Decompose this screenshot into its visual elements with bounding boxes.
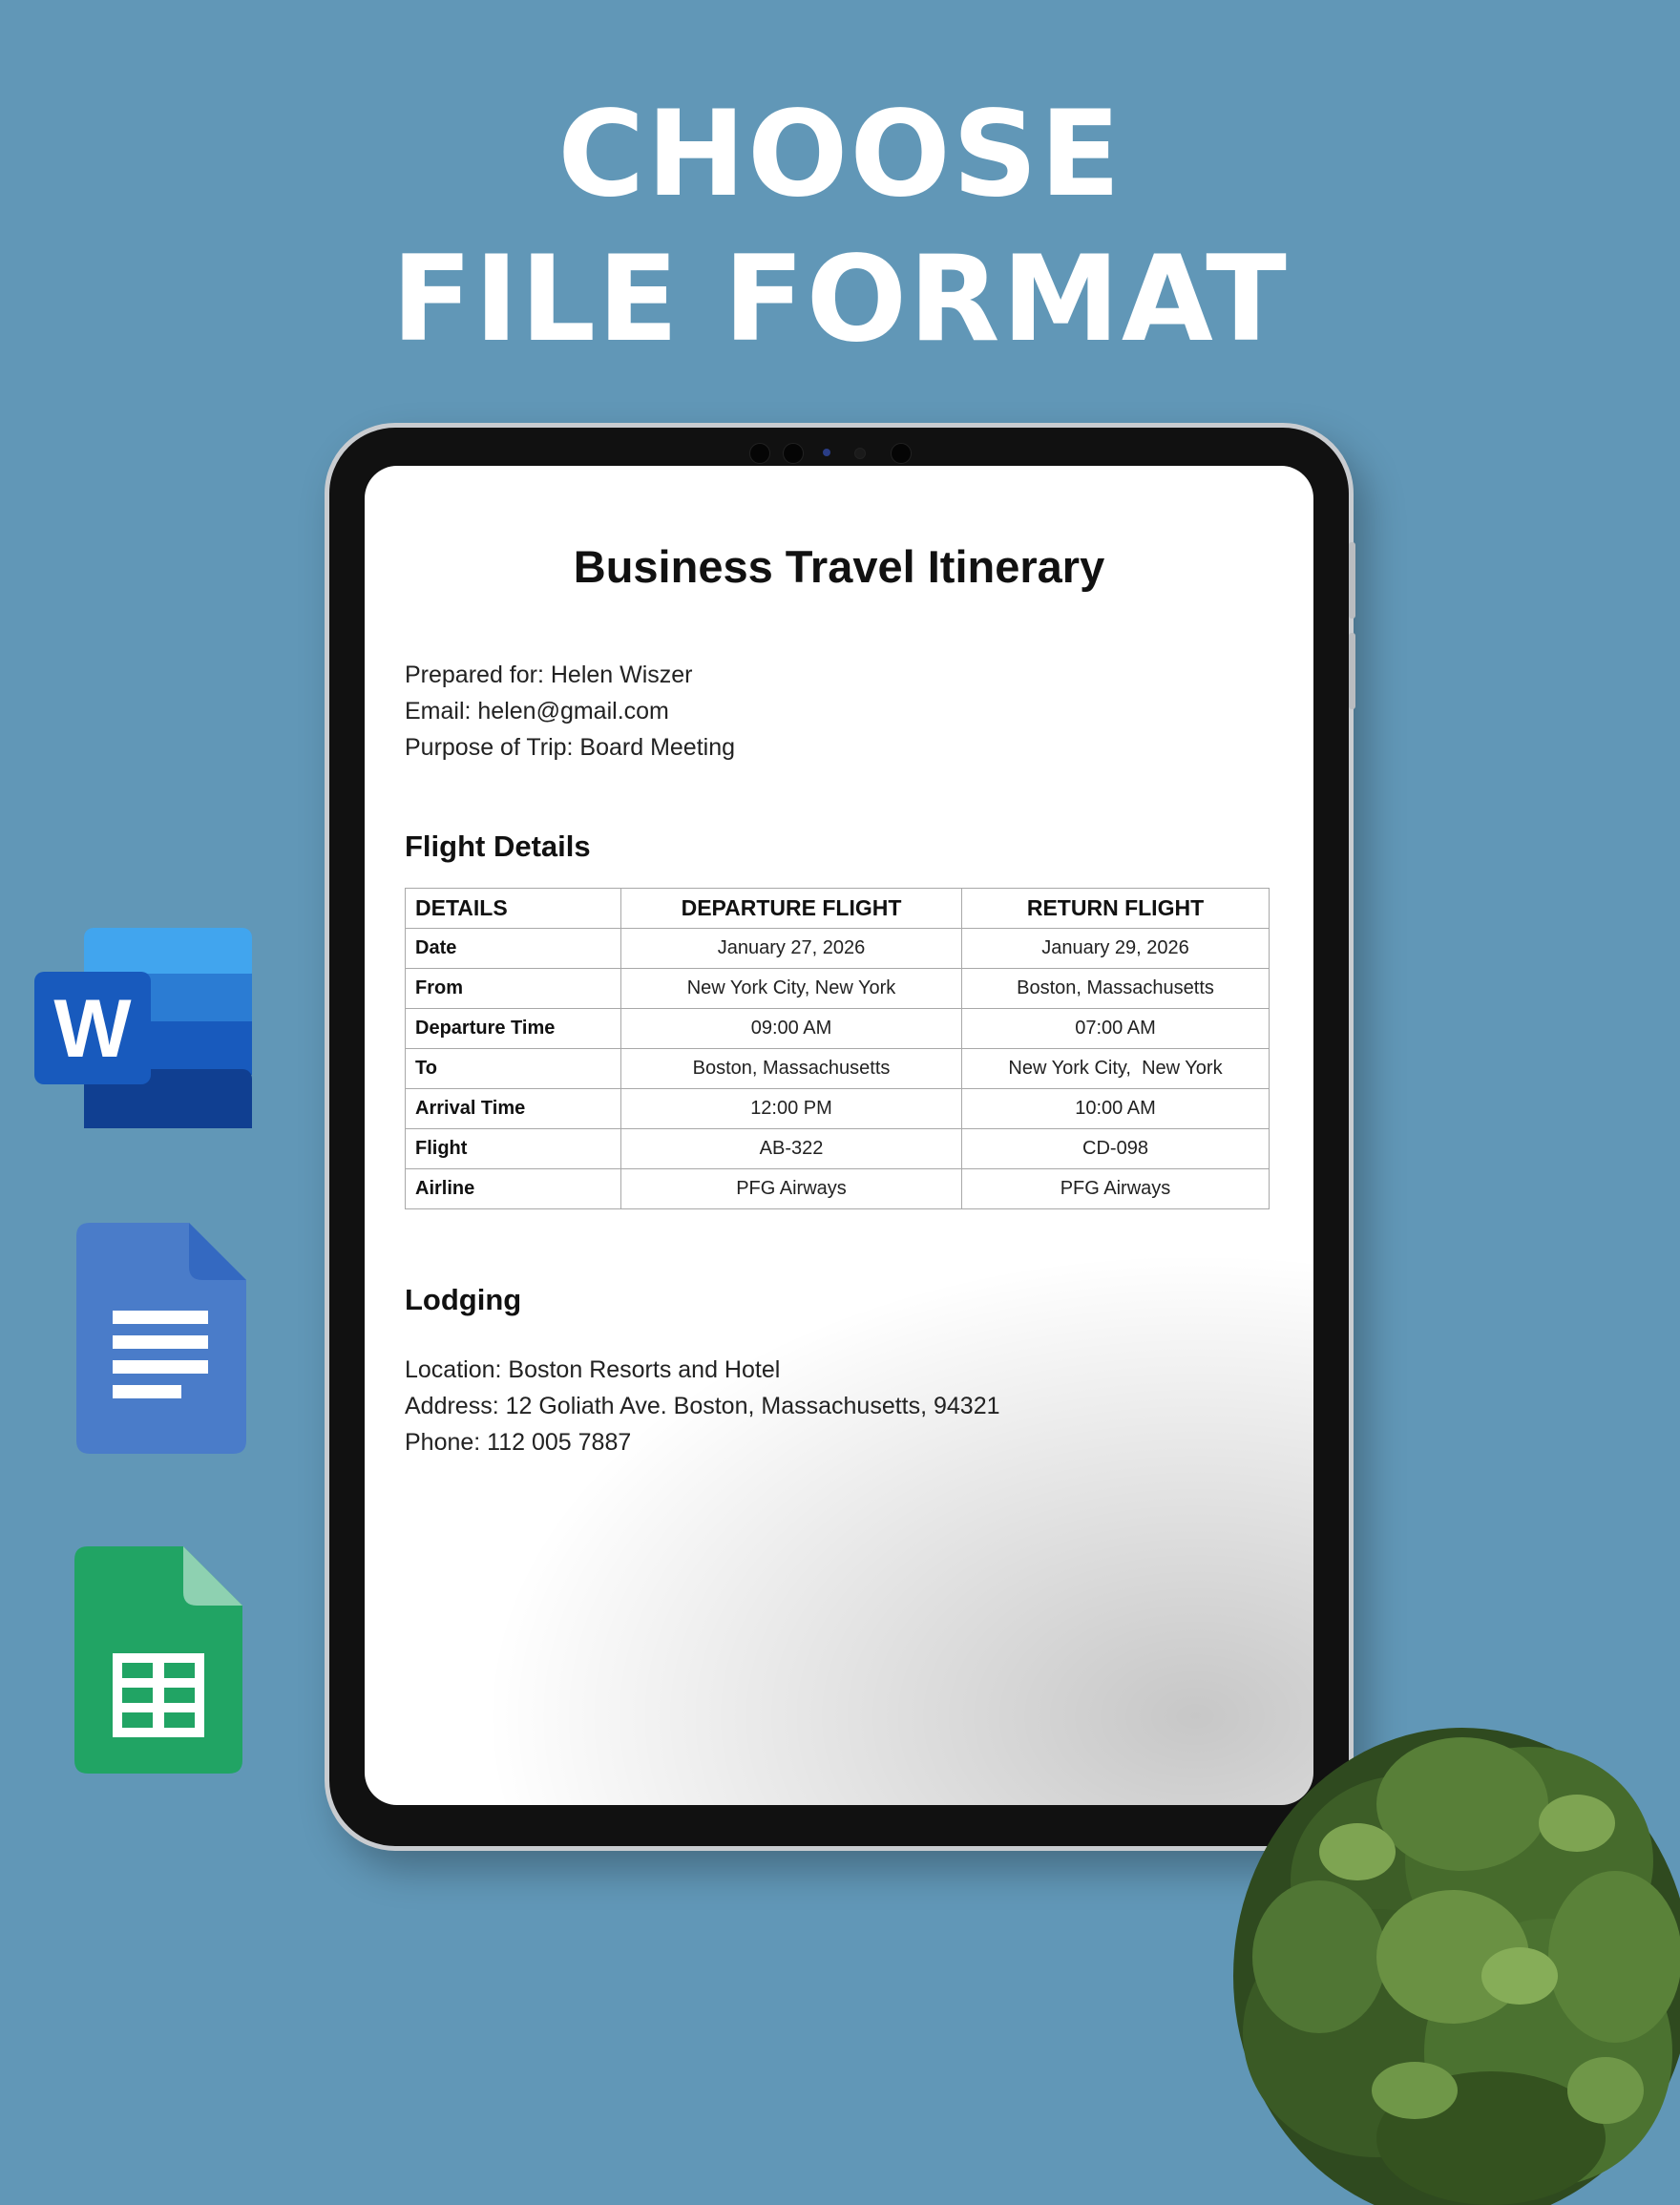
lodging-address: Address: 12 Goliath Ave. Boston, Massach… (405, 1393, 1000, 1419)
word-letter: W (53, 983, 132, 1075)
prepared-for: Prepared for: Helen Wiszer (405, 662, 693, 688)
flight-details-table: DETAILS DEPARTURE FLIGHT RETURN FLIGHT D… (405, 888, 1270, 1209)
tablet-device: Business Travel Itinerary Prepared for: … (325, 423, 1355, 1851)
table-cell: New York City, New York (620, 968, 962, 1009)
table-cell: Airline (405, 1168, 621, 1209)
column-header: DETAILS (405, 888, 621, 929)
table-cell: To (405, 1048, 621, 1089)
camera-lens-icon (749, 443, 770, 464)
table-cell: January 29, 2026 (961, 928, 1270, 969)
column-header: DEPARTURE FLIGHT (620, 888, 962, 929)
table-cell: Departure Time (405, 1008, 621, 1049)
table-cell: PFG Airways (961, 1168, 1270, 1209)
table-row: Flight AB-322 CD-098 (405, 1128, 1270, 1169)
tablet-screen-document: Business Travel Itinerary Prepared for: … (365, 466, 1313, 1805)
table-cell: 07:00 AM (961, 1008, 1270, 1049)
tablet-camera (749, 441, 940, 464)
table-cell: 10:00 AM (961, 1088, 1270, 1129)
camera-lens-icon (891, 443, 912, 464)
table-cell: Flight (405, 1128, 621, 1169)
tablet-volume-button (1349, 542, 1355, 619)
table-cell: Arrival Time (405, 1088, 621, 1129)
camera-sensor-icon (854, 448, 866, 459)
table-cell: 09:00 AM (620, 1008, 962, 1049)
table-row: Date January 27, 2026 January 29, 2026 (405, 928, 1270, 969)
table-cell: AB-322 (620, 1128, 962, 1169)
table-cell: January 27, 2026 (620, 928, 962, 969)
email: Email: helen@gmail.com (405, 698, 669, 724)
lodging-heading: Lodging (405, 1283, 522, 1316)
table-cell: 12:00 PM (620, 1088, 962, 1129)
table-row: Departure Time 09:00 AM 07:00 AM (405, 1008, 1270, 1049)
table-cell: Boston, Massachusetts (961, 968, 1270, 1009)
headline-line-2: FILE FORMAT (391, 231, 1289, 368)
table-cell: PFG Airways (620, 1168, 962, 1209)
headline-line-1: CHOOSE (557, 86, 1123, 223)
table-cell: New York City, New York (961, 1048, 1270, 1089)
camera-lens-icon (783, 443, 804, 464)
table-header-row: DETAILS DEPARTURE FLIGHT RETURN FLIGHT (405, 888, 1270, 929)
table-cell: Date (405, 928, 621, 969)
lodging-location: Location: Boston Resorts and Hotel (405, 1356, 781, 1383)
table-row: To Boston, Massachusetts New York City, … (405, 1048, 1270, 1089)
google-sheets-icon[interactable] (74, 1546, 242, 1774)
column-header: RETURN FLIGHT (961, 888, 1270, 929)
flight-details-heading: Flight Details (405, 830, 591, 863)
microsoft-word-icon[interactable]: W (34, 926, 254, 1131)
plant-decoration (1233, 1728, 1680, 2205)
google-docs-icon[interactable] (76, 1223, 246, 1454)
table-cell: From (405, 968, 621, 1009)
table-cell: CD-098 (961, 1128, 1270, 1169)
table-row: From New York City, New York Boston, Mas… (405, 968, 1270, 1009)
table-row: Airline PFG Airways PFG Airways (405, 1168, 1270, 1209)
table-cell: Boston, Massachusetts (620, 1048, 962, 1089)
table-row: Arrival Time 12:00 PM 10:00 AM (405, 1088, 1270, 1129)
tablet-volume-button (1349, 633, 1355, 709)
document-title: Business Travel Itinerary (573, 541, 1105, 592)
screen-shadow (479, 1249, 1313, 1805)
lodging-phone: Phone: 112 005 7887 (405, 1429, 632, 1456)
trip-purpose: Purpose of Trip: Board Meeting (405, 734, 736, 761)
camera-sensor-icon (823, 449, 830, 456)
